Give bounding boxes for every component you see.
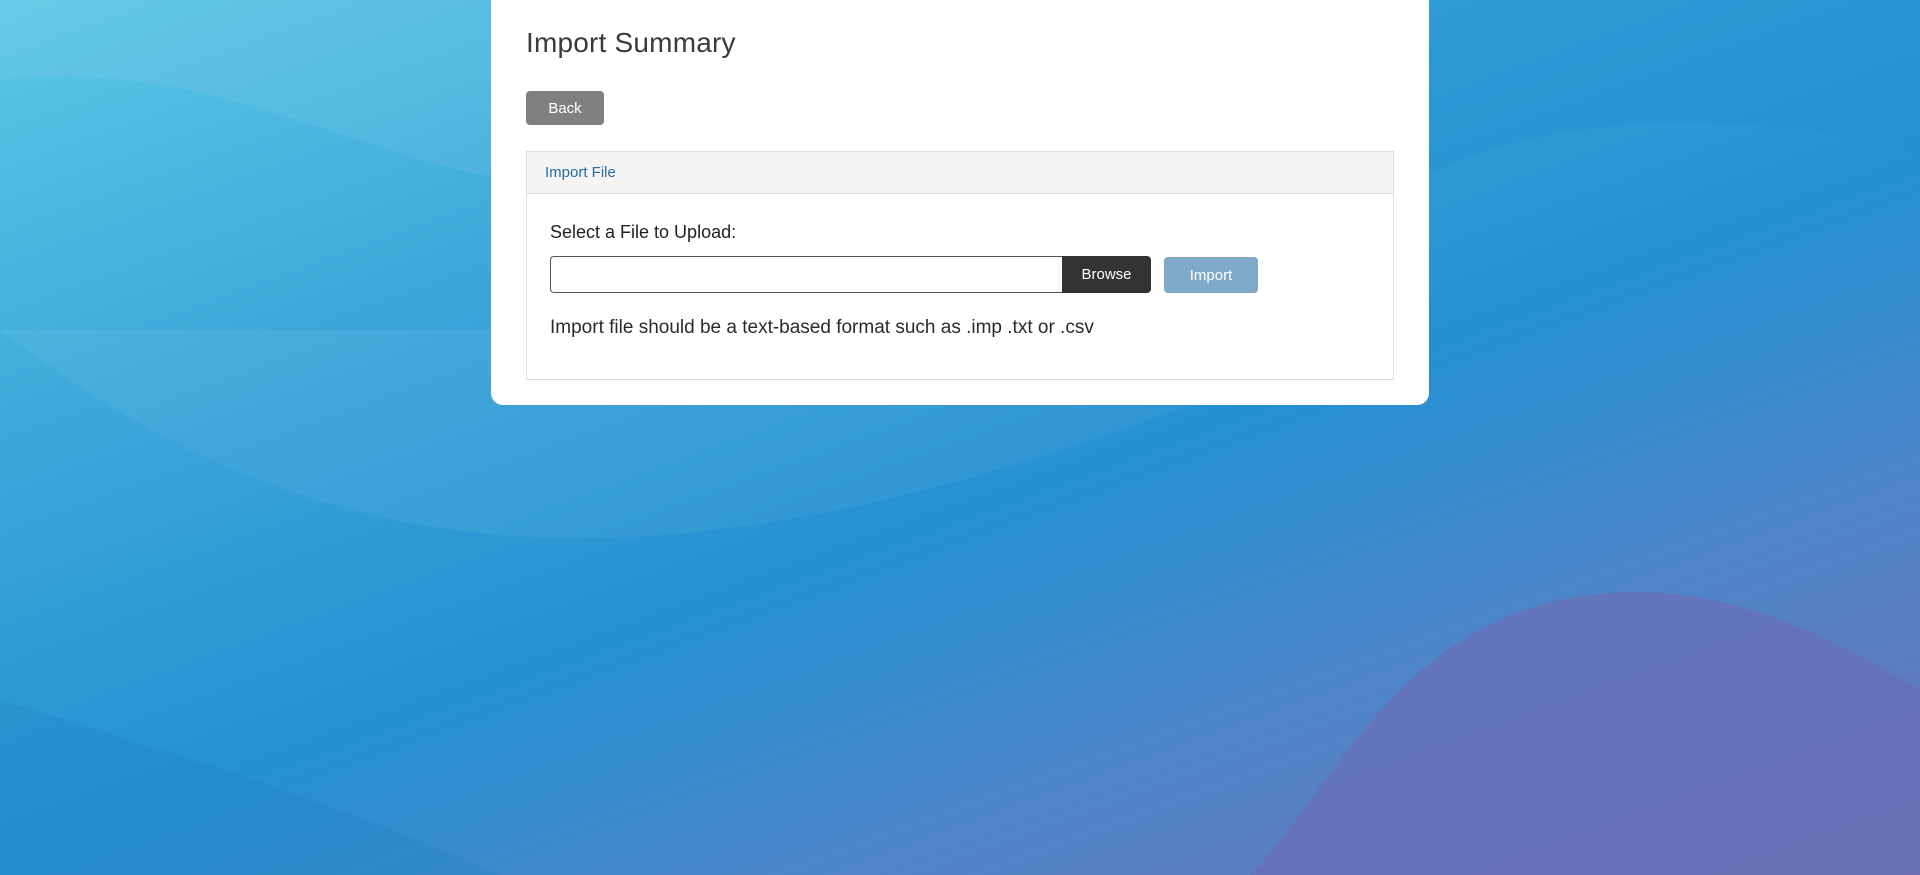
import-button[interactable]: Import	[1164, 257, 1258, 293]
page-title: Import Summary	[526, 27, 736, 58]
import-file-panel: Import File Select a File to Upload: Bro…	[526, 151, 1394, 380]
browse-button[interactable]: Browse	[1062, 256, 1151, 293]
main-card: Import Summary Back Import File Select a…	[491, 0, 1429, 405]
back-button[interactable]: Back	[526, 91, 604, 125]
panel-body: Select a File to Upload: Browse Import I…	[527, 194, 1393, 379]
file-format-hint: Import file should be a text-based forma…	[550, 317, 1094, 338]
panel-header: Import File	[527, 152, 1393, 194]
file-upload-label: Select a File to Upload:	[550, 222, 737, 242]
file-path-input[interactable]	[550, 256, 1062, 293]
